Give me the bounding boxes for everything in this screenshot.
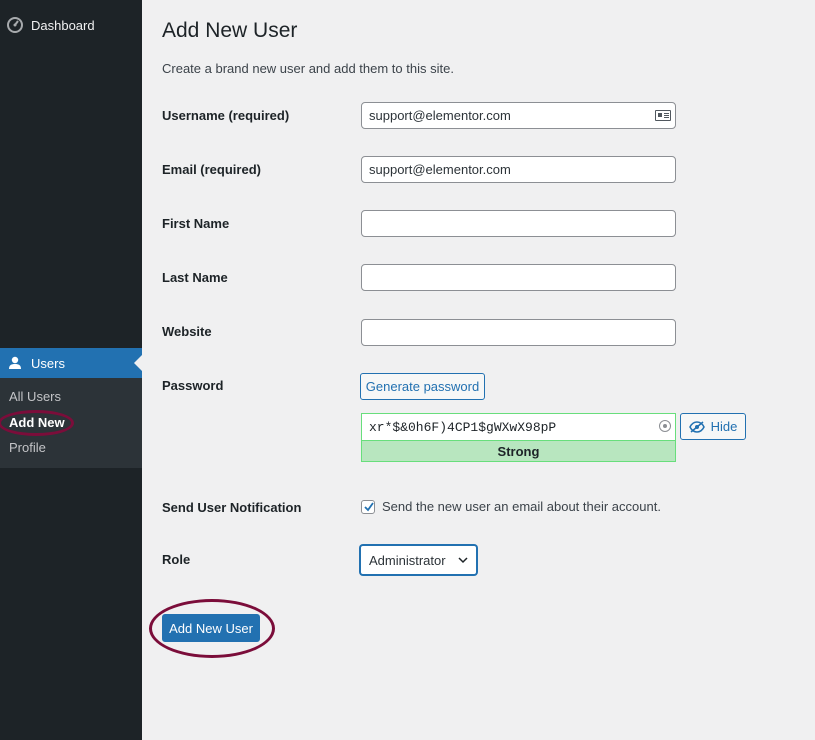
username-field[interactable]: support@elementor.com <box>361 102 676 129</box>
website-field[interactable] <box>361 319 676 346</box>
role-selected-value: Administrator <box>369 552 446 568</box>
last-name-field[interactable] <box>361 264 676 291</box>
website-label: Website <box>162 324 212 339</box>
role-label: Role <box>162 552 191 567</box>
contact-card-icon[interactable] <box>655 110 671 121</box>
role-select[interactable]: Administrator <box>360 545 477 575</box>
menu-item-users[interactable]: Users <box>0 348 142 378</box>
first-name-field[interactable] <box>361 210 676 237</box>
send-notification-checkbox[interactable] <box>361 499 375 514</box>
generate-password-button[interactable]: Generate password <box>360 373 485 400</box>
chevron-down-icon <box>458 557 468 564</box>
send-notification-label: Send User Notification <box>162 500 302 515</box>
password-label: Password <box>162 378 224 393</box>
last-name-label: Last Name <box>162 270 228 285</box>
dashboard-icon <box>7 17 23 33</box>
page-title: Add New User <box>162 19 298 42</box>
highlight-ring-submit <box>149 599 275 658</box>
first-name-label: First Name <box>162 216 230 231</box>
hide-button-label: Hide <box>710 419 738 434</box>
email-label: Email (required) <box>162 162 261 177</box>
password-strength-meter: Strong <box>361 440 676 462</box>
menu-item-users-label: Users <box>31 355 65 371</box>
send-notification-option: Send the new user an email about their a… <box>361 499 661 514</box>
user-icon <box>7 355 23 371</box>
password-field[interactable]: xr*$&0h6F)4CP1$gWXwX98pP <box>361 413 676 440</box>
username-value: support@elementor.com <box>369 108 511 123</box>
password-value: xr*$&0h6F)4CP1$gWXwX98pP <box>369 419 557 435</box>
email-field[interactable]: support@elementor.com <box>361 156 676 183</box>
send-notification-text: Send the new user an email about their a… <box>382 499 661 514</box>
page-intro: Create a brand new user and add them to … <box>162 61 454 76</box>
checkmark-icon <box>364 501 374 511</box>
hide-password-button[interactable]: Hide <box>680 413 746 440</box>
username-label: Username (required) <box>162 108 290 123</box>
menu-item-dashboard-label: Dashboard <box>31 17 95 33</box>
eye-slash-icon <box>688 420 705 433</box>
highlight-ring-add-new <box>0 410 74 436</box>
submenu-all-users[interactable]: All Users <box>9 389 61 404</box>
current-menu-arrow <box>134 355 142 371</box>
submenu-profile[interactable]: Profile <box>9 440 46 455</box>
password-manager-icon[interactable] <box>659 420 671 432</box>
menu-item-dashboard[interactable]: Dashboard <box>0 10 142 40</box>
admin-sidebar: Dashboard Users All Users Add New Profil… <box>0 0 142 740</box>
email-value: support@elementor.com <box>369 162 511 177</box>
